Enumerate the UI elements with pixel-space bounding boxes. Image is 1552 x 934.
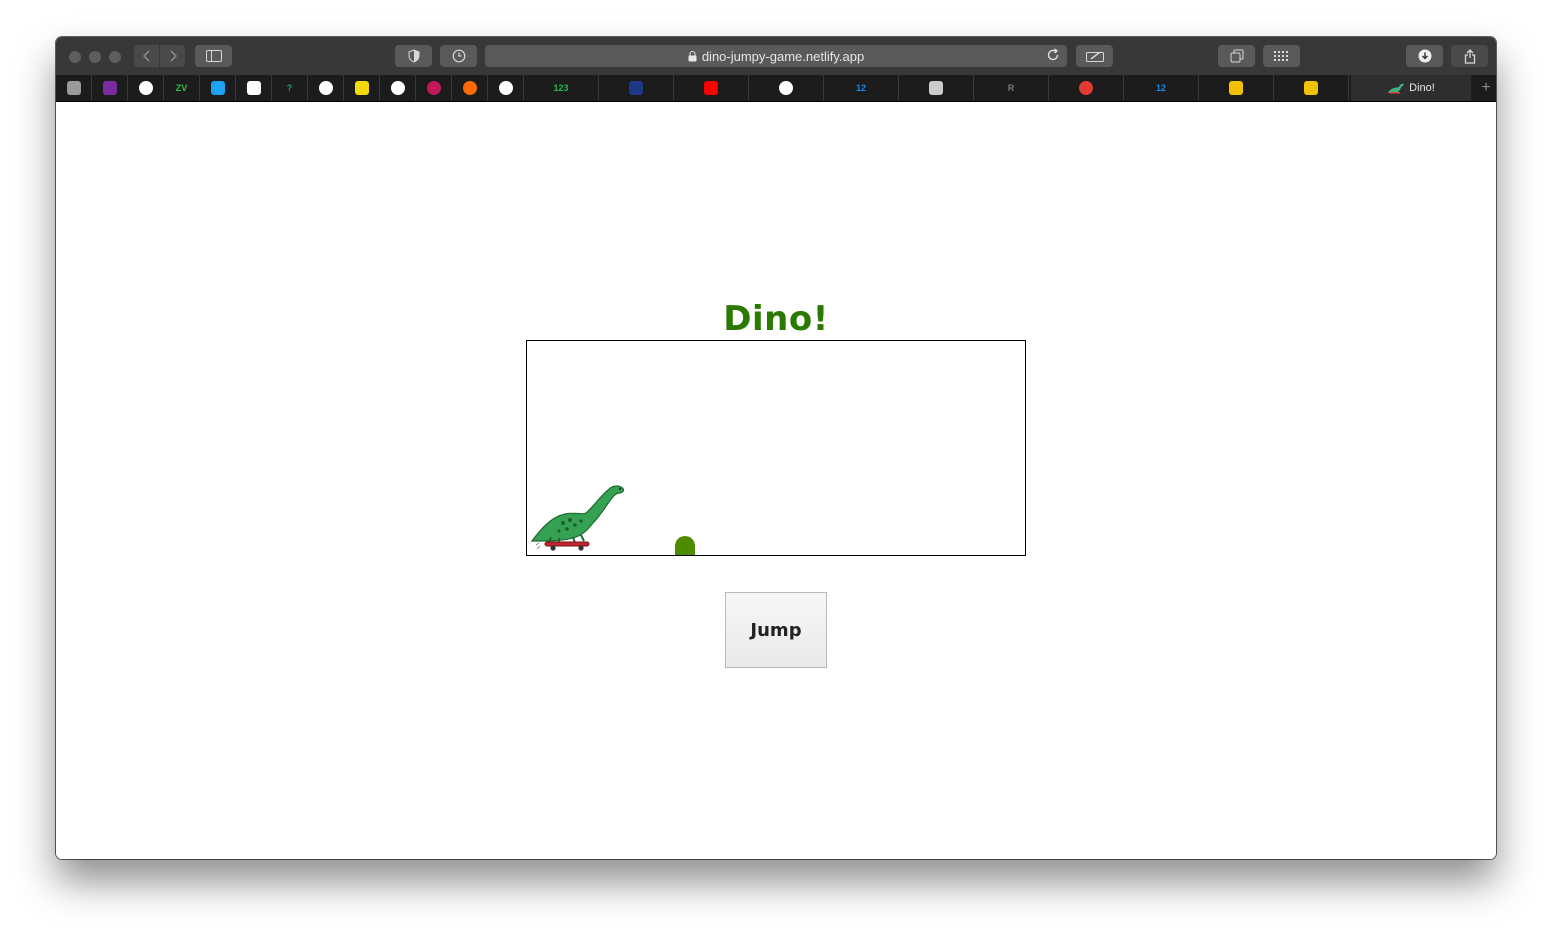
favorite-item[interactable]: 12	[1124, 75, 1199, 101]
sticky-note-icon	[354, 81, 369, 95]
grid-apps-button[interactable]	[1263, 45, 1300, 67]
lock-icon	[688, 50, 697, 61]
github-icon	[390, 81, 405, 95]
page-title: Dino!	[723, 299, 829, 339]
downloads-button[interactable]	[1406, 45, 1443, 67]
page-content: Dino! Jump	[56, 102, 1496, 859]
history-button[interactable]	[440, 45, 477, 67]
favorite-item[interactable]	[344, 75, 380, 101]
new-tab-button[interactable]: +	[1476, 75, 1496, 101]
chevron-left-icon	[142, 50, 150, 62]
youtube-icon	[704, 81, 718, 95]
favorite-item[interactable]: R	[974, 75, 1049, 101]
favorite-item[interactable]	[380, 75, 416, 101]
favorite-item[interactable]	[200, 75, 236, 101]
github-icon	[138, 81, 153, 95]
address-bar[interactable]: dino-jumpy-game.netlify.app	[485, 45, 1067, 67]
tab-dino[interactable]: Dino!	[1351, 75, 1471, 101]
favorite-item[interactable]	[416, 75, 452, 101]
stick-figure-icon	[929, 81, 943, 95]
forward-button[interactable]	[159, 45, 185, 67]
tabs-icon	[1230, 49, 1243, 63]
tab-title: Dino!	[1409, 82, 1435, 94]
favorite-item[interactable]	[1199, 75, 1274, 101]
minimize-window-button[interactable]	[89, 51, 101, 63]
favorite-item[interactable]	[308, 75, 344, 101]
favorite-item[interactable]	[92, 75, 128, 101]
bird-icon	[1304, 81, 1318, 95]
helmet-icon	[1229, 81, 1243, 95]
purple-logo-icon	[102, 81, 117, 95]
grid-numbers-icon: 12	[855, 83, 866, 93]
favorite-item[interactable]	[452, 75, 488, 101]
privacy-report-button[interactable]	[395, 45, 432, 67]
reload-icon[interactable]	[1046, 48, 1060, 62]
favorite-item[interactable]: 12	[824, 75, 899, 101]
tab-overview-button[interactable]	[1218, 45, 1255, 67]
question-icon: ?	[286, 83, 293, 93]
favorite-item[interactable]	[56, 75, 92, 101]
shield-icon	[408, 49, 419, 63]
close-window-button[interactable]	[69, 51, 81, 63]
favorites-tab-bar: Dino! + ZV? 123 12 R 12	[56, 75, 1496, 102]
apple-icon	[66, 81, 81, 95]
back-button[interactable]	[134, 45, 159, 67]
browser-toolbar: dino-jumpy-game.netlify.app	[56, 37, 1496, 76]
jump-button[interactable]: Jump	[725, 592, 827, 668]
favorite-item[interactable]	[1049, 75, 1124, 101]
wave-logo-icon	[629, 81, 643, 95]
google-icon	[498, 81, 513, 95]
download-icon	[1418, 49, 1431, 63]
twitter-icon	[210, 81, 225, 95]
numbers-icon: 123	[553, 83, 569, 93]
firefox-icon	[462, 81, 477, 95]
favorite-item[interactable]: ?	[272, 75, 308, 101]
r-letter-icon: R	[1007, 83, 1015, 93]
favorite-item[interactable]: ZV	[164, 75, 200, 101]
pencil-sign-icon	[1085, 51, 1104, 62]
share-button[interactable]	[1451, 45, 1488, 67]
favorite-item[interactable]	[674, 75, 749, 101]
zoom-window-button[interactable]	[109, 51, 121, 63]
navigation-buttons	[134, 45, 185, 67]
grid-icon	[1273, 51, 1288, 61]
dino-favicon-icon	[1388, 83, 1405, 94]
play-circle-icon	[426, 81, 441, 95]
sidebar-icon	[205, 50, 222, 62]
nytimes-icon	[246, 81, 261, 95]
favorite-item[interactable]	[749, 75, 824, 101]
github-icon	[779, 81, 793, 95]
share-icon	[1464, 48, 1475, 64]
favorite-item[interactable]	[899, 75, 974, 101]
github-icon	[318, 81, 333, 95]
favorite-item[interactable]	[488, 75, 524, 101]
favorite-item[interactable]	[1274, 75, 1349, 101]
favorite-item[interactable]	[128, 75, 164, 101]
browser-window: dino-jumpy-game.netlify.app Dino! + ZV ?…	[56, 37, 1496, 859]
sidebar-toggle-button[interactable]	[195, 45, 232, 67]
dino-skateboard-icon	[530, 485, 625, 551]
url-text: dino-jumpy-game.netlify.app	[701, 48, 865, 64]
pokeball-icon	[1079, 81, 1093, 95]
favorite-item[interactable]: 123	[524, 75, 599, 101]
clock-icon	[452, 49, 465, 63]
favorite-item[interactable]	[236, 75, 272, 101]
grid-numbers-icon: 12	[1155, 83, 1166, 93]
markup-button[interactable]	[1076, 45, 1113, 67]
chevron-right-icon	[169, 50, 177, 62]
zv-icon: ZV	[175, 83, 188, 93]
cactus-obstacle	[675, 536, 695, 555]
favorite-item[interactable]	[599, 75, 674, 101]
game-canvas[interactable]	[526, 340, 1026, 556]
